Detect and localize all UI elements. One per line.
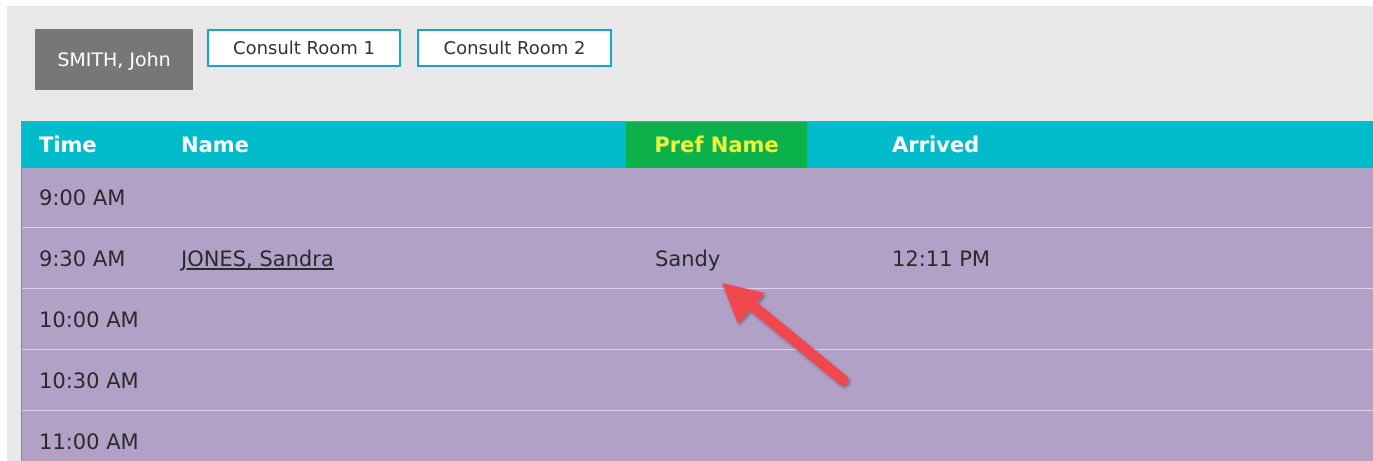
cell-name-link[interactable]: JONES, Sandra bbox=[181, 229, 334, 289]
table-row[interactable]: 10:00 AM bbox=[22, 290, 1373, 350]
table-row[interactable]: 10:30 AM bbox=[22, 351, 1373, 411]
cell-time: 9:00 AM bbox=[39, 186, 126, 210]
cell-time: 10:30 AM bbox=[39, 369, 139, 393]
table-row[interactable]: 9:00 AM bbox=[22, 168, 1373, 228]
table-row[interactable]: 11:00 AM bbox=[22, 412, 1373, 461]
appointment-table: Time Name Pref Name Arrived 9:00 AM 9:30… bbox=[21, 121, 1373, 461]
tab-practitioner-smith-john[interactable]: SMITH, John bbox=[35, 29, 193, 90]
tab-consult-room-2[interactable]: Consult Room 2 bbox=[417, 29, 612, 67]
practitioner-tabs: SMITH, John Consult Room 1 Consult Room … bbox=[7, 6, 1373, 116]
schedule-panel: SMITH, John Consult Room 1 Consult Room … bbox=[7, 6, 1373, 461]
column-header-arrived[interactable]: Arrived bbox=[892, 122, 979, 168]
cell-pref-name: Sandy bbox=[655, 247, 721, 271]
table-header: Time Name Pref Name Arrived bbox=[22, 122, 1373, 168]
column-header-time[interactable]: Time bbox=[39, 122, 97, 168]
table-row[interactable]: 9:30 AM JONES, Sandra Sandy 12:11 PM bbox=[22, 229, 1373, 289]
tab-consult-room-1[interactable]: Consult Room 1 bbox=[207, 29, 401, 67]
column-header-pref-name[interactable]: Pref Name bbox=[626, 122, 807, 168]
cell-time: 10:00 AM bbox=[39, 308, 139, 332]
column-header-name[interactable]: Name bbox=[181, 122, 249, 168]
cell-time: 9:30 AM bbox=[39, 247, 126, 271]
cell-time: 11:00 AM bbox=[39, 430, 139, 454]
cell-arrived: 12:11 PM bbox=[892, 247, 990, 271]
